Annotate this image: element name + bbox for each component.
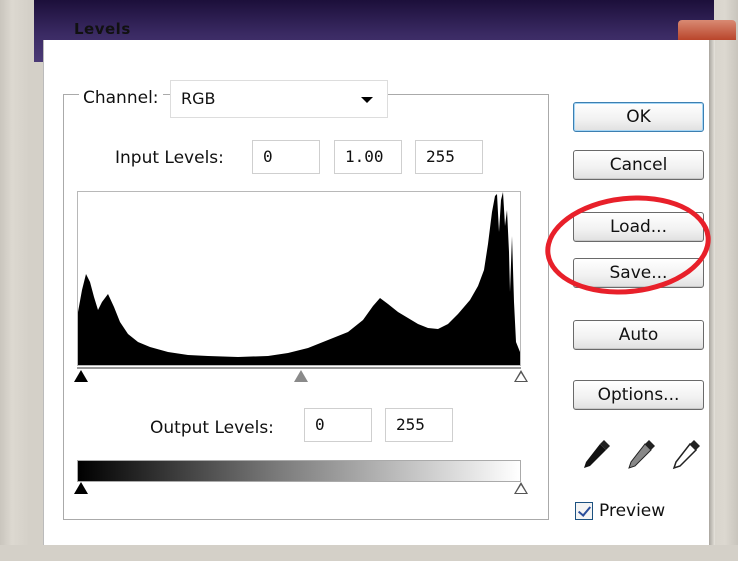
gray-eyedropper-icon[interactable] xyxy=(623,436,659,472)
input-black-field[interactable]: 0 xyxy=(252,140,320,174)
preview-checkbox[interactable] xyxy=(575,502,593,520)
input-gray-slider-handle[interactable] xyxy=(294,370,308,382)
chevron-down-icon xyxy=(361,97,373,103)
channel-label: Channel: xyxy=(79,88,163,108)
auto-button[interactable]: Auto xyxy=(573,320,704,350)
black-eyedropper-icon[interactable] xyxy=(578,436,614,472)
output-white-field[interactable]: 255 xyxy=(385,408,453,442)
window-border xyxy=(709,40,715,545)
preview-label: Preview xyxy=(599,501,666,521)
options-button[interactable]: Options... xyxy=(573,380,704,410)
ok-button[interactable]: OK xyxy=(573,102,704,132)
output-white-slider-fill xyxy=(516,485,526,493)
window-title: Levels xyxy=(74,20,131,38)
histogram xyxy=(77,191,521,366)
input-gamma-field[interactable]: 1.00 xyxy=(334,140,402,174)
input-levels-label: Input Levels: xyxy=(115,148,224,168)
output-levels-label: Output Levels: xyxy=(150,418,274,438)
histogram-plot xyxy=(78,192,520,365)
channel-value: RGB xyxy=(181,89,216,108)
white-eyedropper-icon[interactable] xyxy=(668,436,704,472)
window-bottom xyxy=(0,545,738,561)
channel-select[interactable]: RGB xyxy=(170,80,388,118)
output-black-field[interactable]: 0 xyxy=(304,408,372,442)
input-white-field[interactable]: 255 xyxy=(415,140,483,174)
input-white-slider-fill xyxy=(516,373,526,381)
input-slider-track[interactable] xyxy=(77,367,521,369)
output-black-slider-handle[interactable] xyxy=(74,482,88,494)
output-gradient-bar xyxy=(77,460,521,482)
input-black-slider-handle[interactable] xyxy=(74,370,88,382)
cancel-button[interactable]: Cancel xyxy=(573,150,704,180)
close-button[interactable] xyxy=(678,20,736,40)
